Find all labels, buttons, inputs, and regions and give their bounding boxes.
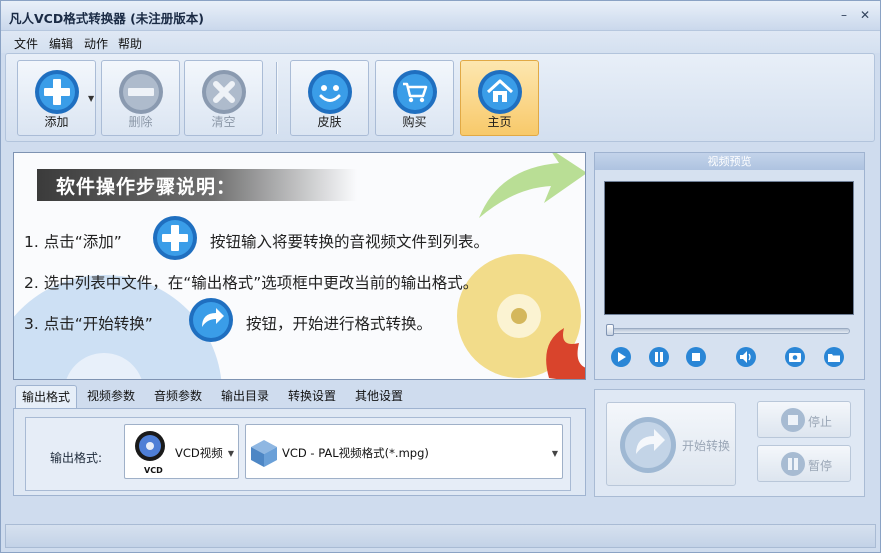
add-dropdown-arrow-icon[interactable]: ▼ xyxy=(88,94,94,103)
format-box-icon xyxy=(251,440,277,467)
format-select-text: VCD - PAL视频格式(*.mpg) xyxy=(282,446,429,460)
format-select[interactable]: VCD - PAL视频格式(*.mpg) ▼ xyxy=(245,424,563,479)
video-preview-panel: 视频预览 xyxy=(594,152,865,380)
chevron-down-icon: ▼ xyxy=(227,449,234,458)
start-convert-button[interactable]: 开始转换 xyxy=(606,402,736,486)
title-bar: 凡人VCD格式转换器 (未注册版本) – ✕ xyxy=(1,1,880,31)
skin-button[interactable]: 皮肤 xyxy=(290,60,369,136)
step1-text-b: 按钮输入将要转换的音视频文件到列表。 xyxy=(210,233,490,251)
gold-disc-decoration-icon xyxy=(457,254,585,379)
app-window: 凡人VCD格式转换器 (未注册版本) – ✕ 文件 编辑 动作 帮助 添加 ▼ … xyxy=(0,0,881,553)
settings-tabs: 输出格式 视频参数 音频参数 输出目录 转换设置 其他设置 输出格式: VCD … xyxy=(13,385,586,497)
clear-icon xyxy=(201,70,246,114)
skin-button-label: 皮肤 xyxy=(317,115,342,129)
output-format-panel: 输出格式: VCD VCD视频 ▼ VCD - PAL视频格式(*.mpg) ▼ xyxy=(13,408,586,496)
add-button-label: 添加 xyxy=(44,115,69,129)
snapshot-icon[interactable] xyxy=(784,346,806,368)
green-arrow-decoration-icon xyxy=(479,153,585,218)
start-convert-label: 开始转换 xyxy=(682,439,731,453)
delete-button-label: 删除 xyxy=(128,115,153,129)
play-icon[interactable] xyxy=(610,346,632,368)
step1-text-a: 1. 点击“添加” xyxy=(24,233,122,251)
home-button-label: 主页 xyxy=(487,115,512,129)
device-select[interactable]: VCD VCD视频 ▼ xyxy=(124,424,239,479)
clear-button[interactable]: 清空 xyxy=(184,60,263,136)
folder-icon[interactable] xyxy=(823,346,845,368)
device-select-text: VCD视频 xyxy=(175,446,223,460)
seek-slider[interactable] xyxy=(606,328,850,334)
volume-icon[interactable] xyxy=(735,346,757,368)
vcd-disc-icon xyxy=(135,431,165,461)
video-screen xyxy=(604,181,854,315)
step3-text-a: 3. 点击“开始转换” xyxy=(24,315,153,333)
smiley-icon xyxy=(307,70,352,114)
pause-icon xyxy=(781,452,805,476)
tab-output-format[interactable]: 输出格式 xyxy=(15,385,78,408)
tab-audio-params[interactable]: 音频参数 xyxy=(148,385,208,408)
plus-icon xyxy=(153,216,197,260)
add-button[interactable]: 添加 xyxy=(17,60,96,136)
pause-button[interactable]: 暂停 xyxy=(757,445,851,482)
stop-icon[interactable] xyxy=(685,346,707,368)
convert-arrow-icon xyxy=(620,417,676,473)
video-preview-title: 视频预览 xyxy=(595,153,864,170)
delete-button[interactable]: 删除 xyxy=(101,60,180,136)
clear-button-label: 清空 xyxy=(211,115,236,129)
status-bar xyxy=(5,524,876,548)
seek-slider-thumb[interactable] xyxy=(606,324,614,336)
step2-text: 2. 选中列表中文件，在“输出格式”选项框中更改当前的输出格式。 xyxy=(24,274,479,292)
output-format-group: 输出格式: VCD VCD视频 ▼ VCD - PAL视频格式(*.mpg) ▼ xyxy=(25,417,571,491)
stop-button[interactable]: 停止 xyxy=(757,401,851,438)
tab-output-dir[interactable]: 输出目录 xyxy=(215,385,275,408)
output-format-label: 输出格式: xyxy=(50,451,103,465)
home-icon xyxy=(477,70,522,114)
minimize-button[interactable]: – xyxy=(836,7,852,23)
convert-arrow-icon xyxy=(189,298,233,342)
window-title: 凡人VCD格式转换器 (未注册版本) xyxy=(9,11,205,26)
close-button[interactable]: ✕ xyxy=(857,7,873,23)
home-button[interactable]: 主页 xyxy=(460,60,539,136)
toolbar-separator xyxy=(276,62,278,134)
plus-icon xyxy=(34,70,79,114)
menu-help[interactable]: 帮助 xyxy=(118,35,142,52)
menu-edit[interactable]: 编辑 xyxy=(49,35,73,52)
menu-action[interactable]: 动作 xyxy=(84,35,108,52)
buy-button-label: 购买 xyxy=(402,115,427,129)
buy-button[interactable]: 购买 xyxy=(375,60,454,136)
instruction-panel: 软件操作步骤说明： 1. 点击“添加” 按钮输入将要转换的音视频文件到列表。 2… xyxy=(13,152,586,380)
pause-icon[interactable] xyxy=(648,346,670,368)
tab-convert-settings[interactable]: 转换设置 xyxy=(282,385,342,408)
cart-icon xyxy=(392,70,437,114)
pause-button-label: 暂停 xyxy=(808,459,833,473)
step3-text-b: 按钮，开始进行格式转换。 xyxy=(246,315,433,333)
tab-video-params[interactable]: 视频参数 xyxy=(81,385,141,408)
vcd-badge: VCD xyxy=(144,466,163,475)
toolbar: 添加 ▼ 删除 清空 皮肤 购买 主页 xyxy=(5,53,875,142)
menu-file[interactable]: 文件 xyxy=(14,35,38,52)
conversion-panel: 开始转换 停止 暂停 xyxy=(594,389,865,497)
tab-other-settings[interactable]: 其他设置 xyxy=(349,385,409,408)
minus-icon xyxy=(118,70,163,114)
guide-title: 软件操作步骤说明： xyxy=(56,176,237,198)
stop-button-label: 停止 xyxy=(808,415,833,429)
menu-bar: 文件 编辑 动作 帮助 xyxy=(1,31,880,53)
chevron-down-icon: ▼ xyxy=(551,449,558,458)
stop-icon xyxy=(781,408,805,432)
